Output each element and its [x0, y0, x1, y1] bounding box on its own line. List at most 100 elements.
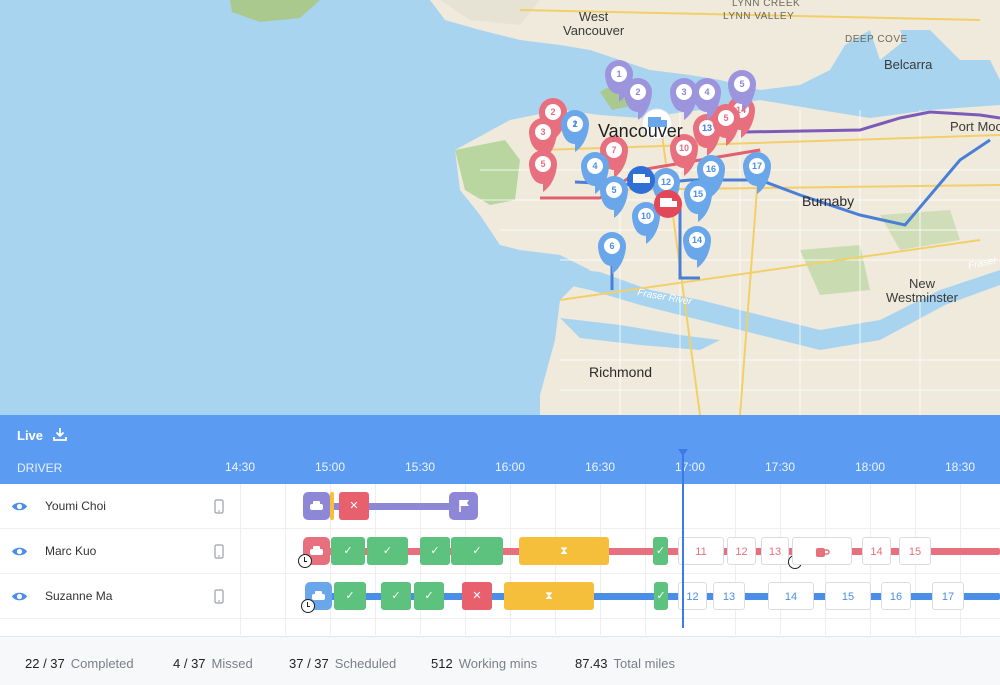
map-pin-number[interactable]: 10 — [676, 143, 692, 153]
place-deep-cove: DEEP COVE — [845, 34, 908, 45]
phone-icon[interactable] — [214, 499, 224, 514]
current-time-marker — [678, 449, 688, 456]
stop-completed[interactable]: ✓ — [331, 537, 365, 565]
clock-icon — [298, 554, 312, 568]
eye-icon[interactable] — [11, 588, 28, 605]
stop-completed[interactable]: ✓ — [451, 537, 503, 565]
stop-missed[interactable]: ✕ — [462, 582, 492, 610]
stat-completed: 22 / 37 Completed — [25, 656, 134, 671]
time-tick: 15:30 — [404, 460, 436, 474]
place-belcarra: Belcarra — [884, 57, 933, 72]
map-pin-number[interactable]: 2 — [545, 107, 561, 117]
driver-row-marc-kuo[interactable]: Marc Kuo ✓ ✓ ✓ ✓ ⧗ ✓ 11 12 13 14 15 — [0, 529, 1000, 574]
wait-block[interactable]: ⧗ — [504, 582, 594, 610]
place-burnaby: Burnaby — [802, 193, 855, 209]
map-pin-number[interactable]: 2 — [630, 87, 646, 97]
car-icon — [310, 501, 323, 510]
stop-scheduled[interactable]: 11 — [678, 537, 724, 565]
stop-completed[interactable]: ✓ — [367, 537, 408, 565]
place-new-westminster: New Westminster — [886, 276, 958, 305]
time-tick: 14:30 — [224, 460, 256, 474]
map-pin-number[interactable]: 5 — [535, 159, 551, 169]
place-lynn-valley: LYNN VALLEY — [723, 11, 795, 22]
stat-working-mins: 512 Working mins — [431, 656, 538, 671]
stop-scheduled[interactable]: 14 — [862, 537, 891, 565]
driver-name: Marc Kuo — [45, 544, 97, 558]
phone-icon[interactable] — [214, 589, 224, 604]
stop-scheduled[interactable]: 13 — [713, 582, 745, 610]
map-pin-number[interactable]: 1 — [611, 69, 627, 79]
place-west-vancouver: West Vancouver — [563, 9, 625, 38]
break-block[interactable] — [792, 537, 852, 565]
place-lynn-creek: LYNN CREEK — [732, 0, 801, 9]
map-pin-number[interactable]: 4 — [587, 161, 603, 171]
stop-scheduled[interactable]: 15 — [825, 582, 871, 610]
stop-scheduled[interactable]: 14 — [768, 582, 814, 610]
eye-icon[interactable] — [11, 498, 28, 515]
time-tick: 16:00 — [494, 460, 526, 474]
map-pin-number[interactable]: 10 — [638, 211, 654, 221]
stat-total-miles: 87.43 Total miles — [575, 656, 675, 671]
flag-icon — [458, 500, 469, 512]
stop-scheduled[interactable]: 12 — [727, 537, 756, 565]
wait-block[interactable]: ⧗ — [519, 537, 609, 565]
map-pin-number[interactable]: 14 — [733, 105, 749, 115]
live-label: Live — [17, 428, 44, 443]
map-pin-number[interactable]: 5 — [718, 113, 734, 123]
place-vancouver: Vancouver — [598, 121, 683, 141]
driver-row-suzanne-ma[interactable]: Suzanne Ma ✓ ✓ ✓ ✕ ⧗ ✓ 12 13 14 15 16 17 — [0, 574, 1000, 619]
driver-row-youmi-choi[interactable]: Youmi Choi ✕ — [0, 484, 1000, 529]
stat-scheduled: 37 / 37 Scheduled — [289, 656, 397, 671]
time-tick: 18:00 — [854, 460, 886, 474]
place-port-moody: Port Moo — [950, 119, 1000, 134]
driver-column-header: DRIVER — [17, 461, 63, 475]
map-pin-number[interactable]: 1 — [567, 119, 583, 129]
map-pin-number[interactable]: 3 — [535, 127, 551, 137]
map-pin-number[interactable]: 12 — [658, 177, 674, 187]
wait-marker — [330, 492, 334, 520]
map-pin-number[interactable]: 4 — [699, 87, 715, 97]
map-pin-number[interactable]: 6 — [604, 241, 620, 251]
coffee-cup-icon — [816, 548, 830, 557]
map-pin-number[interactable]: 7 — [606, 145, 622, 155]
time-tick: 16:30 — [584, 460, 616, 474]
timeline-header: DRIVER 14:30 15:00 15:30 16:00 16:30 17:… — [0, 455, 1000, 484]
driver-timeline: Youmi Choi ✕ Marc Kuo ✓ ✓ ✓ ✓ ⧗ ✓ 11 12 … — [0, 484, 1000, 635]
stop-completed[interactable]: ✓ — [654, 582, 668, 610]
route-map[interactable]: 2 3 5 7 10 13 14 5 2 1 4 5 6 10 12 14 15 16 17 13 1 2 3 4 5 West… — [0, 0, 1000, 415]
stop-scheduled[interactable]: 16 — [881, 582, 911, 610]
time-tick: 15:00 — [314, 460, 346, 474]
stat-missed: 4 / 37 Missed — [173, 656, 253, 671]
map-pin-number[interactable]: 16 — [703, 164, 719, 174]
live-bar: Live — [0, 415, 1000, 455]
map-pin-number[interactable]: 15 — [690, 189, 706, 199]
map-pin-number[interactable]: 3 — [676, 87, 692, 97]
stop-scheduled[interactable]: 13 — [761, 537, 789, 565]
time-tick: 17:00 — [674, 460, 706, 474]
stop-completed[interactable]: ✓ — [653, 537, 668, 565]
stats-footer: 22 / 37 Completed 4 / 37 Missed 37 / 37 Sch… — [0, 636, 1000, 685]
map-pin-number[interactable]: 14 — [689, 235, 705, 245]
stop-completed[interactable]: ✓ — [334, 582, 366, 610]
stop-scheduled[interactable]: 17 — [932, 582, 964, 610]
car-icon — [310, 546, 323, 555]
map-pin-number[interactable]: 17 — [749, 161, 765, 171]
download-icon[interactable] — [52, 426, 68, 442]
start-block[interactable] — [303, 492, 330, 520]
stop-scheduled[interactable]: 15 — [899, 537, 931, 565]
phone-icon[interactable] — [214, 544, 224, 559]
stop-missed[interactable]: ✕ — [339, 492, 369, 520]
time-tick: 17:30 — [764, 460, 796, 474]
time-tick: 18:30 — [944, 460, 976, 474]
stop-completed[interactable]: ✓ — [414, 582, 444, 610]
map-pin-number[interactable]: 5 — [606, 185, 622, 195]
map-pin-number[interactable]: 13 — [699, 123, 715, 133]
eye-icon[interactable] — [11, 543, 28, 560]
driver-name: Suzanne Ma — [45, 589, 113, 603]
finish-block[interactable] — [449, 492, 478, 520]
map-pin-number[interactable]: 5 — [734, 79, 750, 89]
place-richmond: Richmond — [589, 364, 653, 380]
stop-completed[interactable]: ✓ — [420, 537, 450, 565]
stop-completed[interactable]: ✓ — [381, 582, 411, 610]
clock-icon — [301, 599, 315, 613]
